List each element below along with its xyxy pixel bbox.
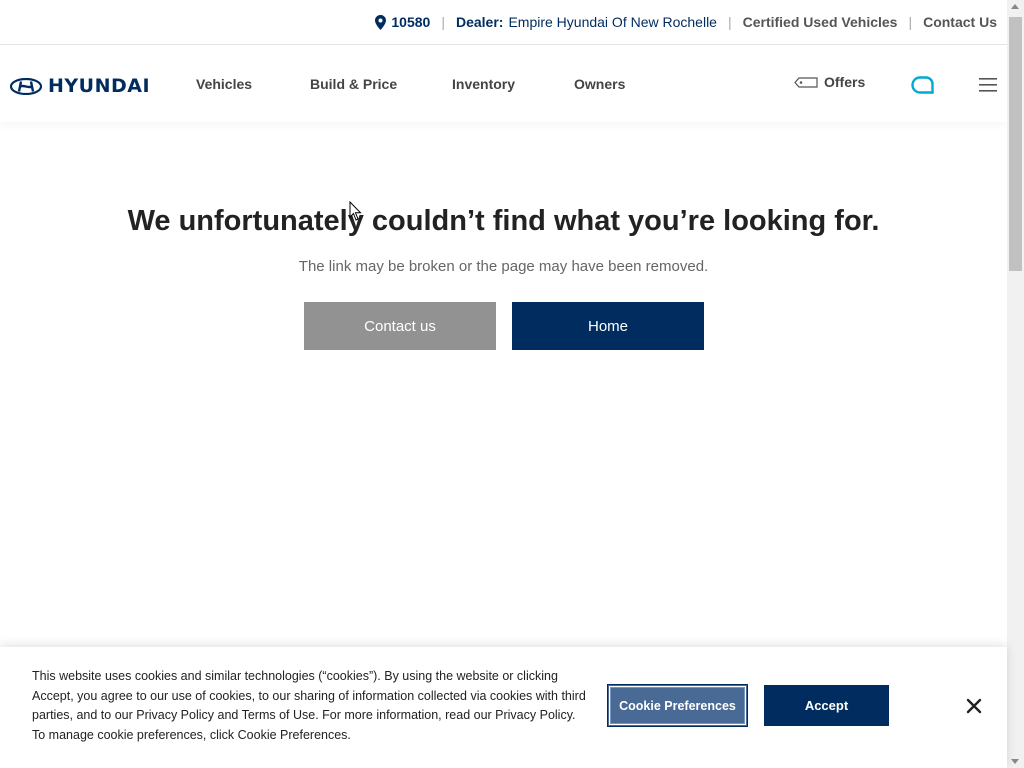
nav-build-price[interactable]: Build & Price bbox=[310, 76, 397, 92]
offers-label: Offers bbox=[824, 74, 866, 90]
chat-icon[interactable] bbox=[911, 76, 934, 94]
dealer-link[interactable]: Dealer: Empire Hyundai Of New Rochelle bbox=[456, 14, 717, 30]
tag-icon bbox=[794, 76, 818, 88]
hyundai-emblem-icon bbox=[10, 77, 42, 95]
page-title: We unfortunately couldn’t find what you’… bbox=[127, 205, 880, 237]
separator: | bbox=[908, 14, 913, 30]
close-icon[interactable] bbox=[965, 697, 983, 715]
cookie-preferences-button[interactable]: Cookie Preferences bbox=[607, 684, 748, 727]
certified-used-link[interactable]: Certified Used Vehicles bbox=[743, 14, 898, 30]
cookie-notice-text: This website uses cookies and similar te… bbox=[32, 669, 586, 742]
contact-us-button[interactable]: Contact us bbox=[304, 302, 496, 350]
hamburger-menu-icon[interactable] bbox=[979, 78, 997, 92]
main-nav: HYUNDAI Vehicles Build & Price Inventory… bbox=[0, 46, 1007, 122]
home-button[interactable]: Home bbox=[512, 302, 704, 350]
zip-code: 10580 bbox=[391, 14, 431, 30]
location-pin-icon bbox=[375, 14, 387, 30]
scroll-down-icon[interactable] bbox=[1011, 759, 1019, 764]
separator: | bbox=[441, 14, 445, 30]
contact-us-link[interactable]: Contact Us bbox=[923, 14, 997, 30]
dealer-name: Empire Hyundai Of New Rochelle bbox=[508, 14, 717, 30]
mouse-cursor-icon bbox=[349, 201, 362, 221]
nav-owners[interactable]: Owners bbox=[574, 76, 625, 92]
cookie-banner: This website uses cookies and similar te… bbox=[0, 647, 1007, 768]
nav-inventory[interactable]: Inventory bbox=[452, 76, 515, 92]
hyundai-logo[interactable]: HYUNDAI bbox=[10, 75, 150, 97]
separator: | bbox=[727, 14, 732, 30]
offers-link[interactable]: Offers bbox=[794, 74, 865, 90]
page-subtitle: The link may be broken or the page may h… bbox=[298, 258, 709, 275]
dealer-label: Dealer: bbox=[455, 14, 504, 30]
utility-bar: 10580 | Dealer: Empire Hyundai Of New Ro… bbox=[0, 0, 1007, 45]
scrollbar-thumb[interactable] bbox=[1009, 17, 1022, 271]
page-scrollbar[interactable] bbox=[1007, 0, 1024, 768]
nav-vehicles[interactable]: Vehicles bbox=[196, 76, 252, 92]
zip-location[interactable]: 10580 bbox=[375, 14, 430, 30]
logo-wordmark: HYUNDAI bbox=[48, 75, 151, 97]
scroll-up-icon[interactable] bbox=[1011, 4, 1019, 9]
cookie-accept-button[interactable]: Accept bbox=[764, 685, 889, 726]
